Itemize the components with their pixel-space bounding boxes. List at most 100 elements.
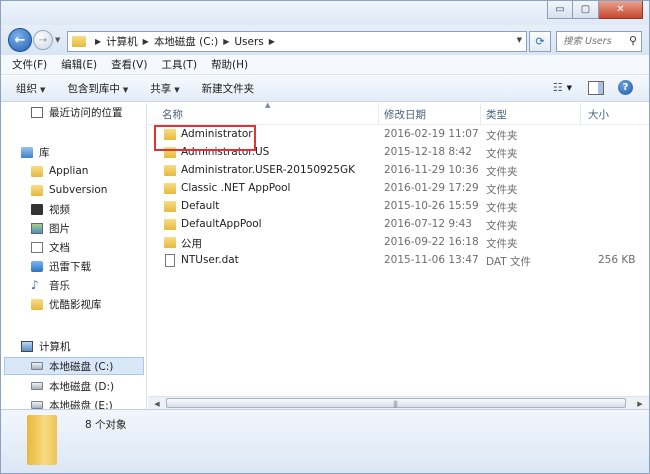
nav-library-documents[interactable]: 文档 [31, 238, 70, 256]
sort-ascending-icon: ▲ [265, 103, 271, 109]
column-divider[interactable] [580, 103, 581, 125]
column-header-type[interactable]: 类型 [486, 107, 507, 122]
folder-icon [164, 201, 176, 212]
refresh-button[interactable]: ⟳ [529, 31, 551, 52]
explorer-window: ▭ ▢ ✕ ← → ▼ ▶ 计算机 ▶ 本地磁盘 (C:) ▶ Users ▶ … [0, 0, 650, 474]
file-row[interactable]: DefaultAppPool 2016-07-12 9:43 文件夹 [148, 216, 649, 234]
file-name: DefaultAppPool [181, 218, 262, 230]
chevron-right-icon[interactable]: ▶ [269, 37, 275, 46]
file-date: 2016-02-19 11:07 [384, 128, 479, 140]
nav-library-subversion[interactable]: Subversion [31, 181, 107, 199]
file-date: 2016-07-12 9:43 [384, 218, 472, 230]
nav-label: 视频 [49, 203, 70, 216]
view-dropdown-icon[interactable]: ▼ [567, 84, 572, 92]
menu-edit[interactable]: 编辑(E) [61, 57, 97, 72]
menu-tools[interactable]: 工具(T) [161, 57, 197, 72]
menu-help[interactable]: 帮助(H) [211, 57, 248, 72]
file-row[interactable]: NTUser.dat 2015-11-06 13:47 DAT 文件 256 KB [148, 252, 649, 270]
scroll-right-icon[interactable]: ▶ [633, 398, 647, 409]
folder-icon [164, 165, 176, 176]
nav-computer[interactable]: 计算机 [21, 337, 71, 355]
nav-library-thunder-downloads[interactable]: 迅雷下载 [31, 257, 91, 275]
menu-file[interactable]: 文件(F) [12, 57, 47, 72]
file-row[interactable]: 公用 2016-09-22 16:18 文件夹 [148, 234, 649, 252]
minimize-button[interactable]: ▭ [547, 1, 573, 19]
folder-icon [164, 183, 176, 194]
file-name: 公用 [181, 238, 202, 250]
preview-pane-icon[interactable] [588, 80, 604, 95]
include-in-library-button[interactable]: 包含到库中 ▼ [67, 81, 128, 96]
file-type: 文件夹 [486, 130, 518, 142]
file-type: 文件夹 [486, 202, 518, 214]
folder-icon [27, 415, 57, 465]
share-button[interactable]: 共享 ▼ [150, 81, 179, 96]
breadcrumb-drive-c[interactable]: 本地磁盘 (C:) [154, 34, 218, 49]
menu-view[interactable]: 查看(V) [111, 57, 147, 72]
nav-drive-e[interactable]: 本地磁盘 (E:) [31, 396, 113, 409]
view-options-icon[interactable]: ☷ [553, 81, 563, 94]
search-icon[interactable]: ⚲ [629, 34, 637, 47]
nav-label: 最近访问的位置 [49, 106, 123, 119]
back-button[interactable]: ← [8, 28, 32, 52]
nav-library-youku[interactable]: 优酷影视库 [31, 295, 102, 313]
command-bar: 组织 ▼ 包含到库中 ▼ 共享 ▼ 新建文件夹 ☷ ▼ ? [1, 76, 649, 102]
refresh-icon: ⟳ [535, 35, 545, 48]
nav-label: Subversion [49, 184, 108, 196]
recent-places-icon [31, 106, 43, 118]
window-controls: ▭ ▢ ✕ [547, 1, 643, 19]
nav-drive-c[interactable]: 本地磁盘 (C:) [4, 357, 144, 375]
close-button[interactable]: ✕ [599, 1, 643, 19]
nav-library-videos[interactable]: 视频 [31, 200, 70, 218]
nav-library-music[interactable]: ♪ 音乐 [31, 276, 70, 294]
recent-pages-dropdown[interactable]: ▼ [55, 36, 60, 44]
nav-label: 图片 [49, 222, 70, 235]
new-folder-button[interactable]: 新建文件夹 [202, 81, 255, 96]
maximize-button[interactable]: ▢ [573, 1, 599, 19]
organize-button[interactable]: 组织 ▼ [16, 81, 45, 96]
chevron-right-icon[interactable]: ▶ [223, 37, 229, 46]
file-row[interactable]: Default 2015-10-26 15:59 文件夹 [148, 198, 649, 216]
file-row[interactable]: Classic .NET AppPool 2016-01-29 17:29 文件夹 [148, 180, 649, 198]
nav-recent-places[interactable]: 最近访问的位置 [31, 103, 123, 121]
nav-libraries[interactable]: 库 [21, 143, 50, 161]
forward-button[interactable]: → [33, 30, 53, 50]
file-name: NTUser.dat [181, 254, 239, 266]
file-type: 文件夹 [486, 166, 518, 178]
back-arrow-icon: ← [14, 32, 26, 48]
chevron-right-icon[interactable]: ▶ [95, 37, 101, 46]
download-library-icon [31, 260, 43, 272]
file-row[interactable]: Administrator.USER-20150925GK 2016-11-29 … [148, 162, 649, 180]
item-count: 8 个对象 [85, 419, 127, 431]
file-type: 文件夹 [486, 238, 518, 250]
column-header-name[interactable]: 名称 [162, 107, 183, 122]
library-icon [21, 146, 33, 158]
scrollbar-thumb[interactable]: ||| [166, 398, 626, 408]
details-pane: 8 个对象 [1, 409, 649, 473]
nav-label: 本地磁盘 (D:) [49, 380, 115, 393]
nav-library-applian[interactable]: Applian [31, 162, 88, 180]
nav-label: Applian [49, 165, 89, 177]
nav-label: 本地磁盘 (C:) [49, 360, 114, 373]
scroll-left-icon[interactable]: ◀ [150, 398, 164, 409]
breadcrumb-computer[interactable]: 计算机 [106, 34, 138, 49]
horizontal-scrollbar[interactable]: ◀ ||| ▶ [148, 396, 649, 409]
column-divider[interactable] [378, 103, 379, 125]
drive-icon [31, 382, 43, 390]
file-date: 2015-12-18 8:42 [384, 146, 472, 158]
help-icon[interactable]: ? [618, 80, 633, 95]
address-bar[interactable]: ▶ 计算机 ▶ 本地磁盘 (C:) ▶ Users ▶ ▼ [67, 31, 527, 52]
column-header-size[interactable]: 大小 [588, 107, 609, 122]
column-header-date[interactable]: 修改日期 [384, 107, 426, 122]
file-type: 文件夹 [486, 148, 518, 160]
nav-drive-d[interactable]: 本地磁盘 (D:) [31, 377, 114, 395]
chevron-down-icon: ▼ [40, 86, 46, 94]
file-name: Default [181, 200, 220, 212]
chevron-right-icon[interactable]: ▶ [143, 37, 149, 46]
column-divider[interactable] [480, 103, 481, 125]
search-box[interactable]: ⚲ [556, 31, 642, 52]
view-controls: ☷ ▼ ? [553, 80, 633, 95]
breadcrumb-users[interactable]: Users [234, 36, 263, 48]
search-input[interactable] [563, 36, 627, 47]
address-dropdown-icon[interactable]: ▼ [517, 36, 522, 44]
nav-library-pictures[interactable]: 图片 [31, 219, 70, 237]
